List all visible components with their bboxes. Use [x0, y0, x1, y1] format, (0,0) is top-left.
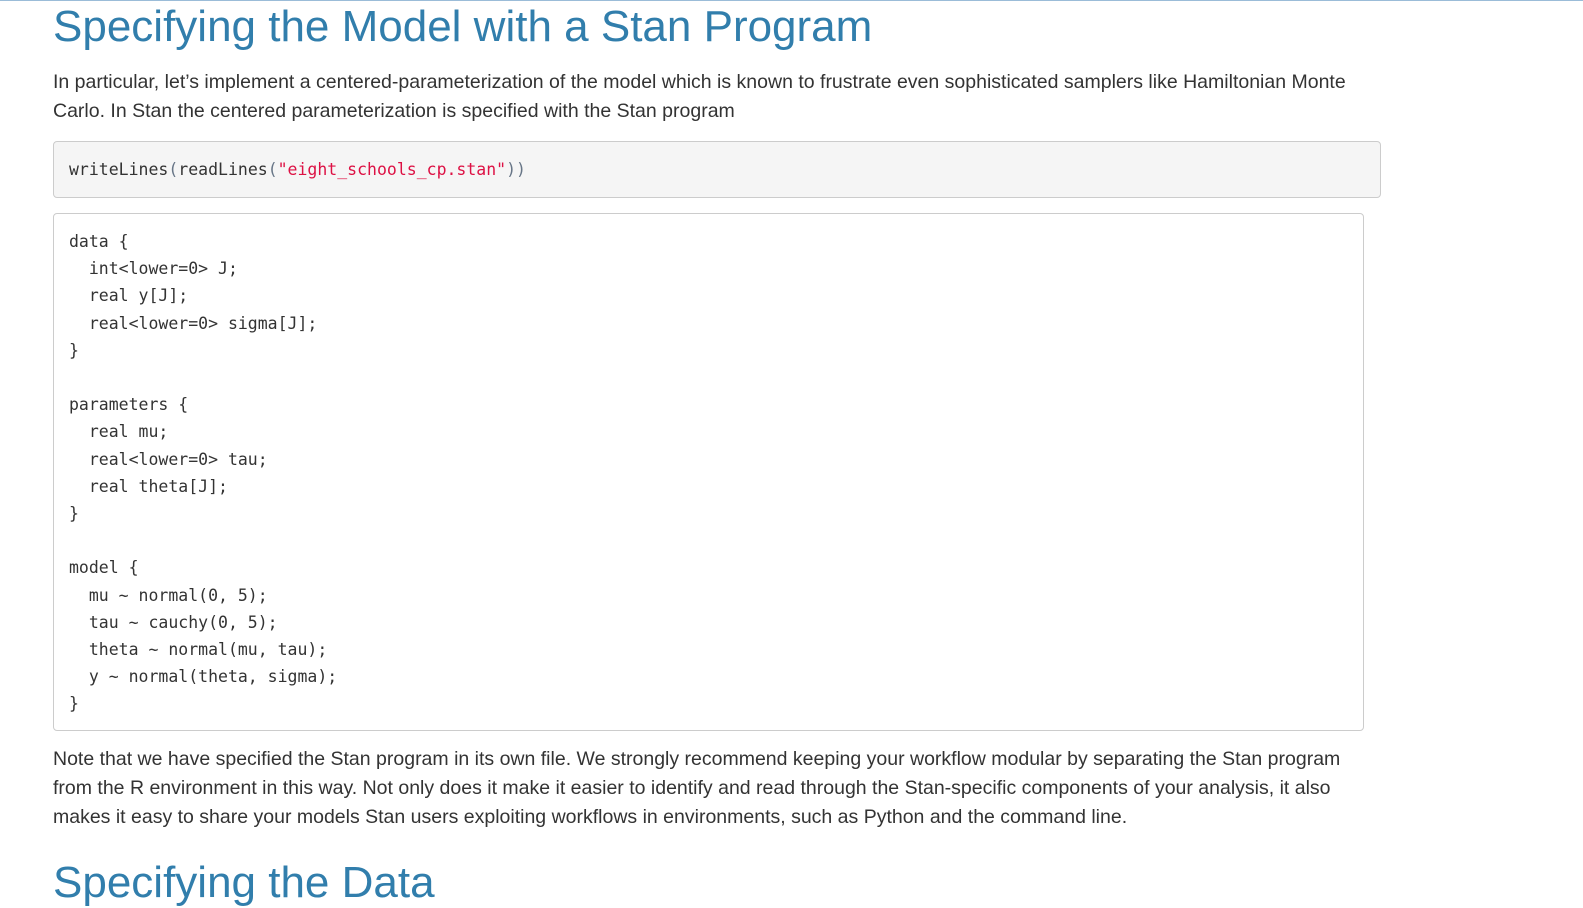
code-string: "eight_schools_cp.stan" [277, 160, 507, 179]
code-punct: ( [267, 160, 278, 179]
top-divider [0, 0, 1583, 1]
stan-program-text: data { int<lower=0> J; real y[J]; real<l… [69, 232, 338, 714]
code-punct: ( [168, 160, 179, 179]
section-heading: Specifying the Model with a Stan Program [53, 2, 873, 51]
r-source-code-block: writeLines(readLines("eight_schools_cp.s… [53, 141, 1381, 198]
next-section-heading: Specifying the Data [53, 858, 435, 907]
stan-output-code-block: data { int<lower=0> J; real y[J]; real<l… [53, 213, 1364, 731]
code-function: writeLines [69, 160, 169, 179]
intro-paragraph: In particular, let’s implement a centere… [53, 71, 1346, 122]
note-paragraph: Note that we have specified the Stan pro… [53, 748, 1341, 828]
code-function: readLines [178, 160, 268, 179]
code-punct: )) [506, 160, 526, 179]
